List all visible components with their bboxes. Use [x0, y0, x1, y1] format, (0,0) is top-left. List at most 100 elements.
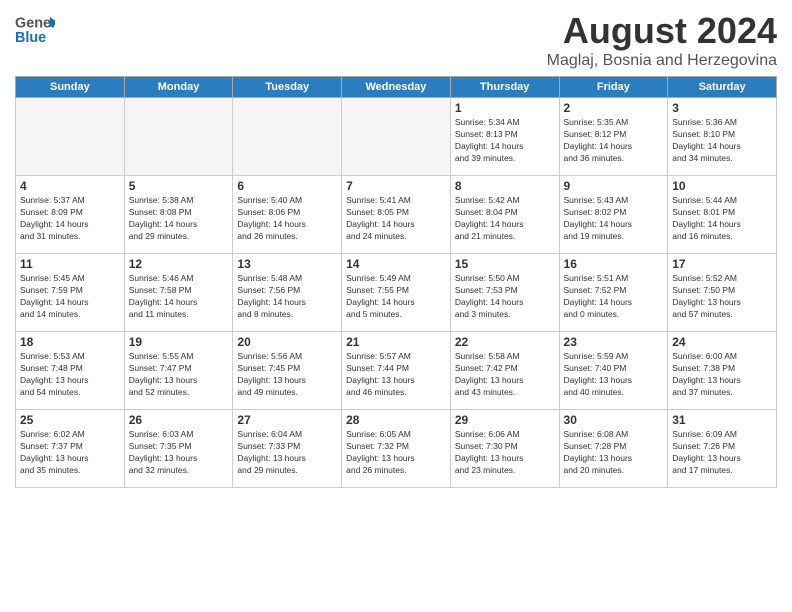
day-number: 4	[20, 179, 120, 193]
location: Maglaj, Bosnia and Herzegovina	[547, 52, 777, 70]
col-saturday: Saturday	[668, 77, 777, 98]
calendar-week-1: 1Sunrise: 5:34 AM Sunset: 8:13 PM Daylig…	[16, 98, 777, 176]
calendar-cell: 19 Sunrise: 5:55 AM Sunset: 7:47 PM Dayli…	[124, 332, 233, 410]
day-info: Sunrise: 6:09 AM Sunset: 7:26 PM Dayligh…	[672, 429, 772, 477]
day-number: 23	[564, 335, 664, 349]
day-number: 16	[564, 257, 664, 271]
calendar-cell: 7 Sunrise: 5:41 AM Sunset: 8:05 PM Daylig…	[342, 176, 451, 254]
day-info: Sunrise: 6:06 AM Sunset: 7:30 PM Dayligh…	[455, 429, 555, 477]
calendar-cell: 3Sunrise: 5:36 AM Sunset: 8:10 PM Daylig…	[668, 98, 777, 176]
calendar-cell: 10Sunrise: 5:44 AM Sunset: 8:01 PM Dayli…	[668, 176, 777, 254]
calendar-table: Sunday Monday Tuesday Wednesday Thursday…	[15, 76, 777, 488]
calendar-cell	[233, 98, 342, 176]
col-friday: Friday	[559, 77, 668, 98]
day-number: 27	[237, 413, 337, 427]
calendar-cell: 17 Sunrise: 5:52 AM Sunset: 7:50 PM Dayli…	[668, 254, 777, 332]
calendar-cell: 8Sunrise: 5:42 AM Sunset: 8:04 PM Daylig…	[450, 176, 559, 254]
day-number: 28	[346, 413, 446, 427]
day-info: Sunrise: 5:55 AM Sunset: 7:47 PM Dayligh…	[129, 351, 229, 399]
day-number: 25	[20, 413, 120, 427]
calendar-cell: 2 Sunrise: 5:35 AM Sunset: 8:12 PM Daylig…	[559, 98, 668, 176]
day-number: 5	[129, 179, 229, 193]
day-number: 2	[564, 101, 664, 115]
calendar-cell	[342, 98, 451, 176]
calendar-week-2: 4Sunrise: 5:37 AM Sunset: 8:09 PM Daylig…	[16, 176, 777, 254]
day-info: Sunrise: 6:08 AM Sunset: 7:28 PM Dayligh…	[564, 429, 664, 477]
day-info: Sunrise: 5:56 AM Sunset: 7:45 PM Dayligh…	[237, 351, 337, 399]
day-number: 15	[455, 257, 555, 271]
col-monday: Monday	[124, 77, 233, 98]
calendar-cell: 12 Sunrise: 5:46 AM Sunset: 7:58 PM Dayli…	[124, 254, 233, 332]
calendar-cell: 29 Sunrise: 6:06 AM Sunset: 7:30 PM Dayli…	[450, 410, 559, 488]
day-info: Sunrise: 5:51 AM Sunset: 7:52 PM Dayligh…	[564, 273, 664, 321]
calendar-cell: 20 Sunrise: 5:56 AM Sunset: 7:45 PM Dayli…	[233, 332, 342, 410]
day-info: Sunrise: 5:58 AM Sunset: 7:42 PM Dayligh…	[455, 351, 555, 399]
svg-text:Blue: Blue	[15, 30, 46, 46]
day-info: Sunrise: 5:45 AM Sunset: 7:59 PM Dayligh…	[20, 273, 120, 321]
calendar-cell: 28 Sunrise: 6:05 AM Sunset: 7:32 PM Dayli…	[342, 410, 451, 488]
calendar-week-3: 11Sunrise: 5:45 AM Sunset: 7:59 PM Dayli…	[16, 254, 777, 332]
logo: General Blue	[15, 10, 55, 50]
day-info: Sunrise: 5:35 AM Sunset: 8:12 PM Dayligh…	[564, 117, 664, 165]
day-info: Sunrise: 5:40 AM Sunset: 8:06 PM Dayligh…	[237, 195, 337, 243]
day-info: Sunrise: 5:50 AM Sunset: 7:53 PM Dayligh…	[455, 273, 555, 321]
calendar-cell: 31 Sunrise: 6:09 AM Sunset: 7:26 PM Dayli…	[668, 410, 777, 488]
main-container: General Blue August 2024 Maglaj, Bosnia …	[0, 0, 792, 498]
day-number: 29	[455, 413, 555, 427]
day-number: 26	[129, 413, 229, 427]
day-number: 9	[564, 179, 664, 193]
calendar-cell: 27 Sunrise: 6:04 AM Sunset: 7:33 PM Dayli…	[233, 410, 342, 488]
day-number: 21	[346, 335, 446, 349]
calendar-cell: 22 Sunrise: 5:58 AM Sunset: 7:42 PM Dayli…	[450, 332, 559, 410]
day-number: 24	[672, 335, 772, 349]
day-info: Sunrise: 5:57 AM Sunset: 7:44 PM Dayligh…	[346, 351, 446, 399]
day-info: Sunrise: 5:41 AM Sunset: 8:05 PM Dayligh…	[346, 195, 446, 243]
svg-text:General: General	[15, 16, 55, 32]
col-thursday: Thursday	[450, 77, 559, 98]
calendar-cell: 9 Sunrise: 5:43 AM Sunset: 8:02 PM Daylig…	[559, 176, 668, 254]
day-number: 3	[672, 101, 772, 115]
day-info: Sunrise: 6:05 AM Sunset: 7:32 PM Dayligh…	[346, 429, 446, 477]
day-info: Sunrise: 5:38 AM Sunset: 8:08 PM Dayligh…	[129, 195, 229, 243]
calendar-header-row: Sunday Monday Tuesday Wednesday Thursday…	[16, 77, 777, 98]
day-number: 17	[672, 257, 772, 271]
calendar-cell: 30 Sunrise: 6:08 AM Sunset: 7:28 PM Dayli…	[559, 410, 668, 488]
calendar-cell: 1Sunrise: 5:34 AM Sunset: 8:13 PM Daylig…	[450, 98, 559, 176]
day-number: 7	[346, 179, 446, 193]
calendar-cell: 14Sunrise: 5:49 AM Sunset: 7:55 PM Dayli…	[342, 254, 451, 332]
month-year: August 2024	[547, 10, 777, 52]
day-number: 1	[455, 101, 555, 115]
col-wednesday: Wednesday	[342, 77, 451, 98]
header: General Blue August 2024 Maglaj, Bosnia …	[15, 10, 777, 70]
day-number: 19	[129, 335, 229, 349]
day-number: 13	[237, 257, 337, 271]
calendar-cell: 11Sunrise: 5:45 AM Sunset: 7:59 PM Dayli…	[16, 254, 125, 332]
calendar-cell: 15 Sunrise: 5:50 AM Sunset: 7:53 PM Dayli…	[450, 254, 559, 332]
day-number: 6	[237, 179, 337, 193]
day-number: 12	[129, 257, 229, 271]
day-number: 22	[455, 335, 555, 349]
day-info: Sunrise: 6:03 AM Sunset: 7:35 PM Dayligh…	[129, 429, 229, 477]
calendar-cell: 18Sunrise: 5:53 AM Sunset: 7:48 PM Dayli…	[16, 332, 125, 410]
day-info: Sunrise: 5:46 AM Sunset: 7:58 PM Dayligh…	[129, 273, 229, 321]
day-number: 30	[564, 413, 664, 427]
col-sunday: Sunday	[16, 77, 125, 98]
day-info: Sunrise: 5:59 AM Sunset: 7:40 PM Dayligh…	[564, 351, 664, 399]
day-info: Sunrise: 6:04 AM Sunset: 7:33 PM Dayligh…	[237, 429, 337, 477]
logo-icon: General Blue	[15, 10, 55, 50]
day-number: 31	[672, 413, 772, 427]
day-info: Sunrise: 5:52 AM Sunset: 7:50 PM Dayligh…	[672, 273, 772, 321]
day-number: 18	[20, 335, 120, 349]
calendar-cell: 16 Sunrise: 5:51 AM Sunset: 7:52 PM Dayli…	[559, 254, 668, 332]
calendar-cell: 13Sunrise: 5:48 AM Sunset: 7:56 PM Dayli…	[233, 254, 342, 332]
day-info: Sunrise: 5:43 AM Sunset: 8:02 PM Dayligh…	[564, 195, 664, 243]
day-number: 20	[237, 335, 337, 349]
calendar-cell	[16, 98, 125, 176]
calendar-cell: 21 Sunrise: 5:57 AM Sunset: 7:44 PM Dayli…	[342, 332, 451, 410]
calendar-cell: 25Sunrise: 6:02 AM Sunset: 7:37 PM Dayli…	[16, 410, 125, 488]
calendar-cell: 4Sunrise: 5:37 AM Sunset: 8:09 PM Daylig…	[16, 176, 125, 254]
day-number: 10	[672, 179, 772, 193]
day-info: Sunrise: 5:42 AM Sunset: 8:04 PM Dayligh…	[455, 195, 555, 243]
calendar-cell: 24Sunrise: 6:00 AM Sunset: 7:38 PM Dayli…	[668, 332, 777, 410]
calendar-cell: 6 Sunrise: 5:40 AM Sunset: 8:06 PM Daylig…	[233, 176, 342, 254]
